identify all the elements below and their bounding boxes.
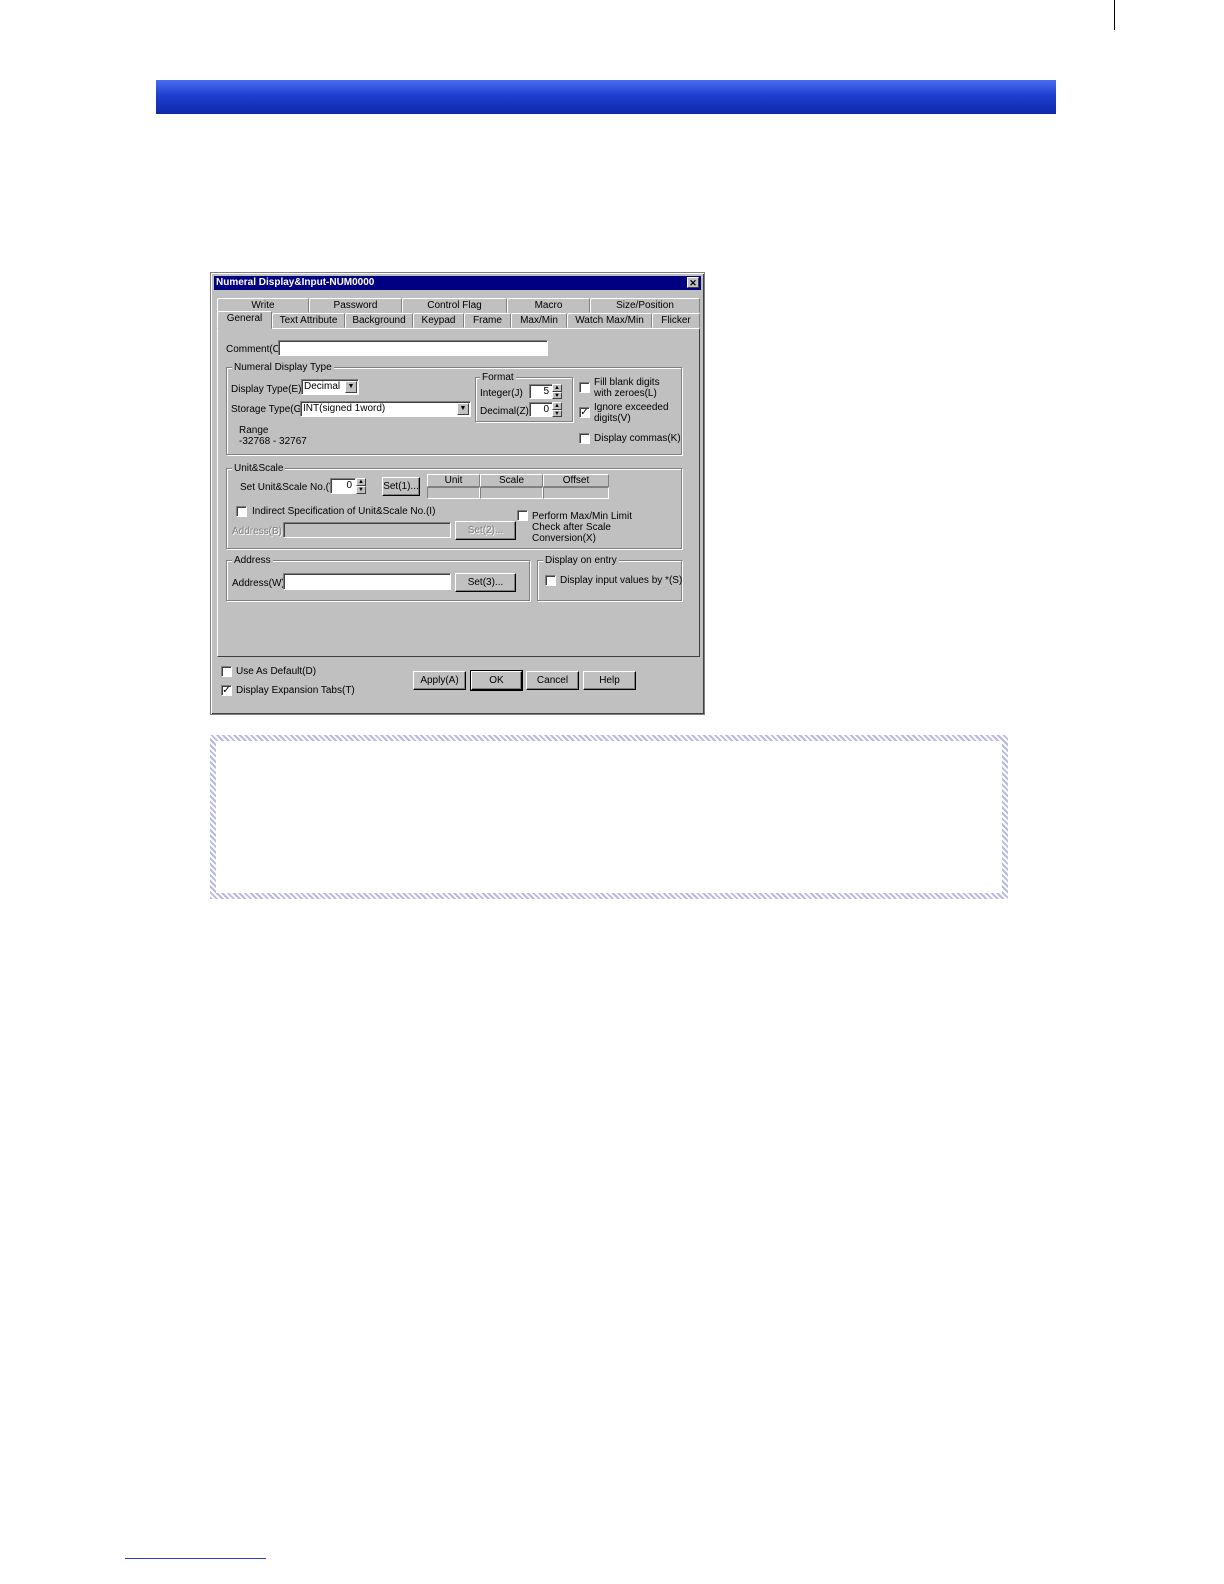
address-input[interactable] — [283, 573, 451, 590]
numeral-display-type-legend: Numeral Display Type — [232, 362, 334, 373]
range-label: Range — [239, 425, 269, 436]
tab-macro[interactable]: Macro — [507, 298, 590, 313]
check-icon: ✓ — [580, 407, 589, 418]
storage-type-value: INT(signed 1word) — [303, 403, 386, 414]
tab-keypad[interactable]: Keypad — [413, 313, 464, 328]
decimal-input[interactable]: 0 — [529, 402, 553, 417]
unit-column-header: Unit — [427, 474, 480, 487]
spin-up-icon[interactable]: ▲ — [552, 384, 562, 392]
ignore-exceeded-label-line2: digits(V) — [594, 413, 631, 424]
spin-down-icon[interactable]: ▼ — [356, 486, 366, 494]
spin-up-icon[interactable]: ▲ — [552, 402, 562, 410]
tab-flicker[interactable]: Flicker — [652, 313, 700, 328]
set-2-button[interactable]: Set(2)... — [455, 521, 516, 540]
format-legend: Format — [480, 372, 516, 383]
tab-text-attribute[interactable]: Text Attribute — [272, 313, 345, 328]
section-header-bar — [156, 80, 1056, 114]
decimal-label: Decimal(Z) — [480, 406, 529, 417]
display-input-values-checkbox[interactable] — [545, 575, 556, 586]
fill-blank-checkbox[interactable] — [579, 382, 590, 393]
address-label: Address(W) — [232, 578, 285, 589]
help-button[interactable]: Help — [583, 671, 636, 690]
tab-max-min[interactable]: Max/Min — [511, 313, 567, 328]
unit-scale-no-input[interactable]: 0 — [330, 478, 356, 494]
address-legend: Address — [232, 555, 273, 566]
spin-down-icon[interactable]: ▼ — [552, 410, 562, 417]
ignore-exceeded-label-line1: Ignore exceeded — [594, 402, 669, 413]
display-expansion-tabs-checkbox[interactable]: ✓ — [221, 685, 232, 696]
tab-control-flag[interactable]: Control Flag — [402, 298, 507, 313]
set-1-button[interactable]: Set(1)... — [382, 477, 420, 496]
ok-button[interactable]: OK — [470, 670, 523, 691]
use-as-default-checkbox[interactable] — [221, 666, 232, 677]
chevron-down-icon[interactable]: ▼ — [457, 403, 469, 415]
offset-cell — [543, 487, 609, 499]
page-edge-line — [1114, 0, 1115, 30]
tab-general[interactable]: General — [217, 311, 272, 329]
dialog-titlebar: Numeral Display&Input-NUM0000 ✕ — [214, 276, 701, 290]
integer-input[interactable]: 5 — [529, 384, 553, 399]
tab-password[interactable]: Password — [309, 298, 402, 313]
fill-blank-label-line2: with zeroes(L) — [594, 388, 657, 399]
numeral-display-input-dialog: Numeral Display&Input-NUM0000 ✕ Write Pa… — [210, 272, 705, 715]
footer-link-underline — [125, 1558, 266, 1559]
perform-max-min-line3: Conversion(X) — [532, 533, 596, 544]
spin-down-icon[interactable]: ▼ — [552, 392, 562, 399]
general-tab-panel: Comment(C) Numeral Display Type Display … — [217, 328, 700, 657]
close-icon[interactable]: ✕ — [687, 277, 699, 288]
comment-input[interactable] — [278, 340, 548, 356]
tab-size-position[interactable]: Size/Position — [590, 298, 700, 313]
note-box — [210, 735, 1008, 899]
check-icon: ✓ — [222, 685, 231, 696]
comment-label: Comment(C) — [226, 344, 284, 355]
display-commas-label: Display commas(K) — [594, 433, 681, 444]
display-commas-checkbox[interactable] — [579, 433, 590, 444]
perform-max-min-checkbox[interactable] — [517, 510, 528, 521]
tab-frame[interactable]: Frame — [464, 313, 511, 328]
tab-background[interactable]: Background — [345, 313, 413, 328]
display-type-label: Display Type(E) — [231, 384, 302, 395]
unit-address-input[interactable] — [283, 522, 451, 538]
set-unit-scale-no-label: Set Unit&Scale No.(Y) — [240, 482, 339, 493]
display-type-value: Decimal — [304, 381, 341, 392]
storage-type-label: Storage Type(G) — [231, 404, 305, 415]
storage-type-select[interactable]: INT(signed 1word) — [300, 401, 471, 417]
unit-scale-legend: Unit&Scale — [232, 463, 286, 474]
perform-max-min-line2: Check after Scale — [532, 522, 611, 533]
offset-column-header: Offset — [543, 474, 609, 487]
display-expansion-tabs-label: Display Expansion Tabs(T) — [236, 685, 355, 696]
integer-label: Integer(J) — [480, 388, 523, 399]
unit-cell — [427, 487, 480, 499]
cancel-button[interactable]: Cancel — [526, 671, 579, 690]
chevron-down-icon[interactable]: ▼ — [345, 381, 357, 393]
display-input-values-label: Display input values by *(S) — [560, 575, 683, 586]
set-3-button[interactable]: Set(3)... — [455, 573, 516, 592]
display-on-entry-legend: Display on entry — [543, 555, 619, 566]
tab-watch-max-min[interactable]: Watch Max/Min — [567, 313, 652, 328]
perform-max-min-line1: Perform Max/Min Limit — [532, 511, 633, 522]
scale-column-header: Scale — [480, 474, 543, 487]
indirect-spec-label: Indirect Specification of Unit&Scale No.… — [252, 506, 436, 517]
scale-cell — [480, 487, 543, 499]
fill-blank-label-line1: Fill blank digits — [594, 377, 660, 388]
spin-up-icon[interactable]: ▲ — [356, 478, 366, 486]
unit-address-label: Address(B) — [232, 526, 283, 537]
apply-button[interactable]: Apply(A) — [413, 671, 466, 690]
dialog-title: Numeral Display&Input-NUM0000 — [216, 277, 375, 288]
use-as-default-label: Use As Default(D) — [236, 666, 317, 677]
indirect-spec-checkbox[interactable] — [236, 506, 247, 517]
ignore-exceeded-checkbox[interactable]: ✓ — [579, 407, 590, 418]
range-value: -32768 - 32767 — [239, 436, 307, 447]
